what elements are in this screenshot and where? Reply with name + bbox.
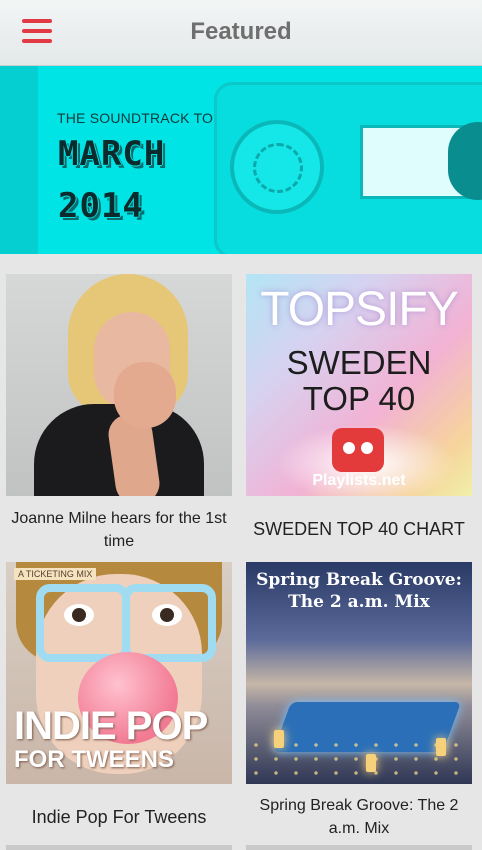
cover-site: Playlists.net bbox=[312, 472, 406, 489]
banner-stripe bbox=[0, 66, 38, 254]
cover-line-2: FOR TWEENS bbox=[14, 746, 174, 773]
banner-line-2: 2014 bbox=[58, 186, 144, 226]
playlist-cover-indie: A TICKETING MIX INDIE POP FOR TWEENS bbox=[6, 562, 232, 784]
playlist-title: Indie Pop For Tweens bbox=[31, 807, 207, 827]
playlist-tile-sweden[interactable]: TOPSIFY SWEDEN TOP 40 Playlists.net SWED… bbox=[246, 274, 472, 554]
playlist-tile-indie[interactable]: A TICKETING MIX INDIE POP FOR TWEENS Ind… bbox=[6, 562, 232, 842]
banner-subtitle: THE SOUNDTRACK TO bbox=[57, 110, 214, 126]
cover-brand: TOPSIFY bbox=[260, 283, 459, 336]
cover-line-2: The 2 a.m. Mix bbox=[288, 592, 430, 612]
next-row-edge bbox=[246, 845, 472, 850]
cover-eye bbox=[64, 604, 94, 626]
playlist-tile-joanne[interactable]: Joanne Milne hears for the 1st time bbox=[6, 274, 232, 554]
cover-lamp bbox=[436, 738, 446, 756]
playlist-title: Spring Break Groove: The 2 a.m. Mix bbox=[259, 797, 459, 837]
cassette-reel-inner bbox=[253, 143, 303, 193]
cover-tag: A TICKETING MIX bbox=[14, 568, 97, 580]
cover-lamp bbox=[366, 754, 376, 772]
page-title: Featured bbox=[190, 18, 292, 45]
playlists-logo-icon bbox=[332, 428, 384, 472]
cover-line-1: SWEDEN bbox=[286, 344, 432, 381]
playlist-cover-joanne bbox=[6, 274, 232, 496]
banner-line-1: MARCH bbox=[58, 134, 166, 174]
cover-line-1: INDIE POP bbox=[14, 704, 208, 748]
cover-line-1: Spring Break Groove: bbox=[256, 570, 462, 590]
playlist-tile-spring[interactable]: Spring Break Groove: The 2 a.m. Mix Spri… bbox=[246, 562, 472, 842]
playlist-title: Joanne Milne hears for the 1st time bbox=[11, 510, 227, 550]
cover-hand bbox=[114, 362, 176, 428]
playlist-cover-spring: Spring Break Groove: The 2 a.m. Mix bbox=[246, 562, 472, 784]
cover-eye bbox=[152, 604, 182, 626]
next-row-edge bbox=[6, 845, 232, 850]
top-bar: Featured bbox=[0, 0, 482, 66]
cover-line-2: TOP 40 bbox=[302, 380, 416, 417]
cover-lamp bbox=[274, 730, 284, 748]
playlist-cover-topsify: TOPSIFY SWEDEN TOP 40 Playlists.net bbox=[246, 274, 472, 496]
featured-banner[interactable]: THE SOUNDTRACK TO MARCH 2014 bbox=[0, 66, 482, 254]
playlist-title: SWEDEN TOP 40 CHART bbox=[253, 519, 465, 539]
